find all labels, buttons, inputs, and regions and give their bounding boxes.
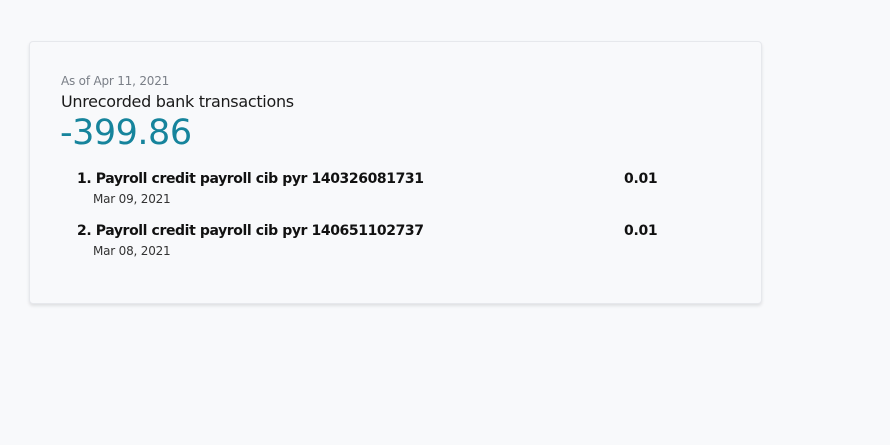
transaction-label[interactable]: 2. Payroll credit payroll cib pyr 140651… <box>77 223 424 239</box>
transaction-label[interactable]: 1. Payroll credit payroll cib pyr 140326… <box>77 171 424 187</box>
transaction-date: Mar 09, 2021 <box>93 192 171 206</box>
transaction-amount: 0.01 <box>624 171 658 187</box>
transaction-date: Mar 08, 2021 <box>93 244 171 258</box>
as-of-date: As of Apr 11, 2021 <box>61 74 170 88</box>
unrecorded-transactions-card: As of Apr 11, 2021 Unrecorded bank trans… <box>29 41 762 304</box>
card-title[interactable]: Unrecorded bank transactions <box>61 92 294 111</box>
total-amount: -399.86 <box>60 113 192 153</box>
transaction-amount: 0.01 <box>624 223 658 239</box>
